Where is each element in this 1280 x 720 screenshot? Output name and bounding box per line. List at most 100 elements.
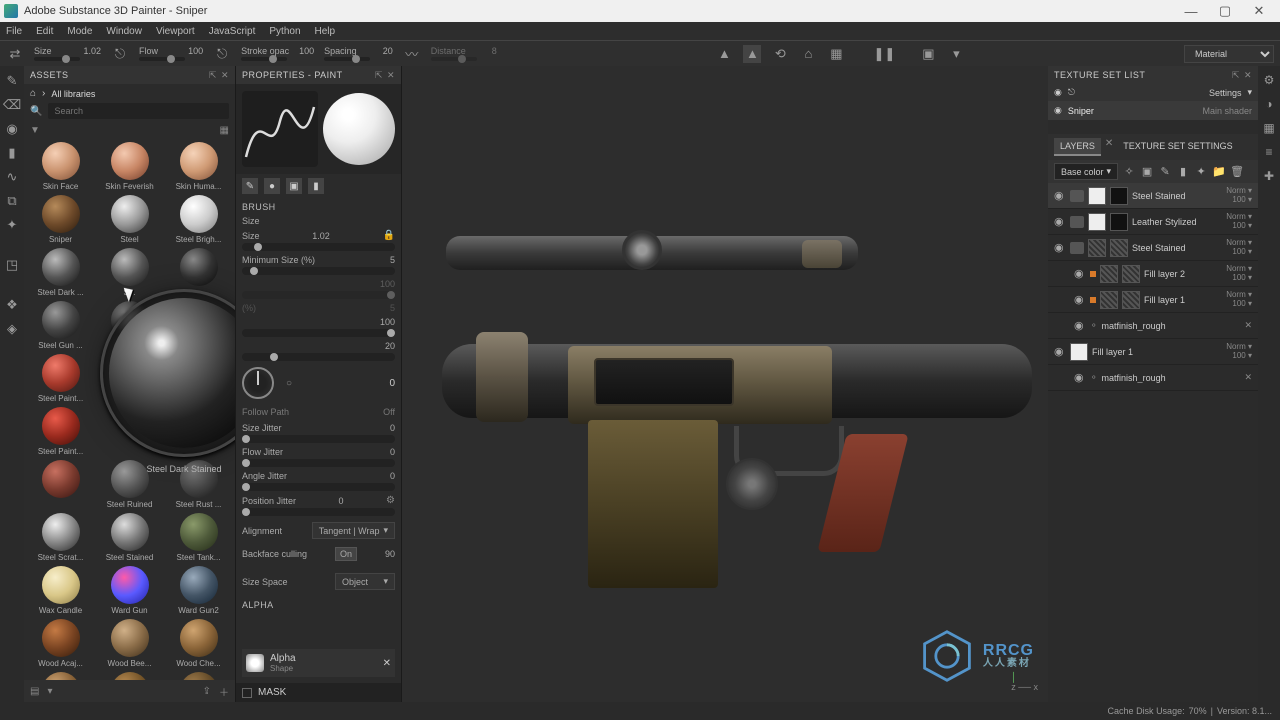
asset-item[interactable]: Wood Acaj...: [28, 619, 93, 668]
close-button[interactable]: ✕: [1242, 2, 1276, 20]
prop-flow[interactable]: 100: [242, 279, 395, 299]
filter-icon[interactable]: ▼: [30, 125, 40, 136]
menu-viewport[interactable]: Viewport: [156, 26, 195, 37]
asset-item[interactable]: Steel Stained: [97, 513, 162, 562]
visibility-icon[interactable]: ◉: [1074, 371, 1086, 384]
asset-item[interactable]: Wood Shi...: [28, 672, 93, 680]
viewport-3d[interactable]: │z ── x RRCG人人素材: [402, 66, 1048, 702]
tool-spacing[interactable]: Spacing20: [324, 46, 393, 61]
grid-view-icon[interactable]: ▦: [220, 125, 229, 136]
layer-row[interactable]: ◉Fill layer 1Norm ▾100 ▾: [1048, 339, 1258, 365]
clone-tool-icon[interactable]: ⧉: [3, 192, 21, 210]
layer-row[interactable]: ◉Steel StainedNorm ▾100 ▾: [1048, 183, 1258, 209]
asset-item[interactable]: [97, 354, 162, 403]
dropdown-icon[interactable]: ▾: [947, 45, 965, 63]
follow-path[interactable]: Follow Path Off: [242, 405, 395, 419]
link-all-icon[interactable]: ⎋: [1068, 87, 1075, 98]
tsl-close-icon[interactable]: ✕: [1244, 70, 1252, 81]
gear-icon[interactable]: ⚙: [386, 495, 395, 506]
alpha-clear-icon[interactable]: ✕: [383, 658, 391, 669]
smart-icon[interactable]: ✦: [1194, 165, 1208, 179]
lock-icon[interactable]: 🔒: [383, 230, 395, 241]
swap-icon[interactable]: ⇄: [6, 45, 24, 63]
brush-tool-icon[interactable]: ✎: [3, 72, 21, 90]
tag-icon[interactable]: ◈: [3, 320, 21, 338]
asset-item[interactable]: Steel Brigh...: [166, 195, 231, 244]
asset-item[interactable]: Wood Che...: [166, 619, 231, 668]
menu-mode[interactable]: Mode: [67, 26, 92, 37]
camera-icon[interactable]: ⌂: [799, 45, 817, 63]
menu-help[interactable]: Help: [315, 26, 336, 37]
asset-import-icon[interactable]: ⇪: [203, 686, 211, 697]
sym2-icon[interactable]: ▲: [743, 45, 761, 63]
asset-item[interactable]: Ward Gun2: [166, 566, 231, 615]
mode-dot-icon[interactable]: ●: [264, 178, 280, 194]
layer-row[interactable]: ◉Fill layer 1Norm ▾100 ▾: [1048, 287, 1258, 313]
tool-stroke-opac[interactable]: Stroke opac100: [241, 46, 314, 61]
symmetry-icon[interactable]: ▲: [715, 45, 733, 63]
mask-icon[interactable]: ▣: [1140, 165, 1154, 179]
asset-item[interactable]: Wax Candle: [28, 566, 93, 615]
assets-search-input[interactable]: [48, 103, 229, 119]
assets-close-icon[interactable]: ✕: [221, 70, 229, 81]
visibility-icon[interactable]: ◉: [1074, 293, 1086, 306]
asset-item[interactable]: [28, 460, 93, 509]
breadcrumb[interactable]: All libraries: [51, 89, 95, 99]
channel-select[interactable]: Base color▾: [1054, 163, 1118, 180]
prop-opac[interactable]: 100: [242, 317, 395, 337]
menu-edit[interactable]: Edit: [36, 26, 53, 37]
rt-pin-icon[interactable]: ✚: [1261, 168, 1277, 184]
texture-set-row[interactable]: ◉ Sniper Main shader: [1048, 101, 1258, 120]
brush-curve[interactable]: [242, 91, 318, 167]
rt-histogram-icon[interactable]: ◑: [1261, 96, 1277, 112]
rt-log-icon[interactable]: ≡: [1261, 144, 1277, 160]
prop-spacing[interactable]: 20: [242, 341, 395, 361]
layer-row[interactable]: ◉⚬matfinish_rough✕: [1048, 313, 1258, 339]
minimize-button[interactable]: —: [1174, 2, 1208, 20]
asset-item[interactable]: Skin Huma...: [166, 142, 231, 191]
asset-item[interactable]: Steel Ruined: [97, 460, 162, 509]
assets-popout-icon[interactable]: ⇱: [209, 70, 217, 81]
layer-row[interactable]: ◉Fill layer 2Norm ▾100 ▾: [1048, 261, 1258, 287]
chevron-down-icon[interactable]: ▾: [1247, 87, 1252, 98]
spacing-slider[interactable]: [324, 57, 370, 61]
lazy-icon[interactable]: 〰: [403, 45, 421, 63]
layer-row[interactable]: ◉Steel StainedNorm ▾100 ▾: [1048, 235, 1258, 261]
alignment-select[interactable]: Alignment Tangent | Wrap▾: [242, 520, 395, 541]
asset-item[interactable]: Steel Paint...: [28, 354, 93, 403]
visibility-icon[interactable]: ◉: [1074, 319, 1086, 332]
size-slider[interactable]: [34, 57, 80, 61]
grid-icon[interactable]: ▦: [827, 45, 845, 63]
cube-icon[interactable]: ◳: [3, 256, 21, 274]
visibility-icon[interactable]: ◉: [1054, 189, 1066, 202]
tsl-popout-icon[interactable]: ⇱: [1232, 70, 1240, 81]
anchor-icon[interactable]: ❖: [3, 296, 21, 314]
mask-checkbox[interactable]: [242, 688, 252, 698]
menu-file[interactable]: File: [6, 26, 22, 37]
distance-slider[interactable]: [431, 57, 477, 61]
rt-uv-icon[interactable]: ▦: [1261, 120, 1277, 136]
effect-icon[interactable]: ✧: [1122, 165, 1136, 179]
asset-item[interactable]: Steel: [97, 195, 162, 244]
asset-item[interactable]: Skin Feverish: [97, 142, 162, 191]
asset-item[interactable]: Steel Paint...: [28, 407, 93, 456]
menu-javascript[interactable]: JavaScript: [209, 26, 256, 37]
tab-layers-close-icon[interactable]: ✕: [1105, 138, 1113, 156]
size-jitter[interactable]: Size Jitter0: [242, 423, 395, 443]
settings-label[interactable]: Settings: [1209, 88, 1242, 98]
material-preview-sphere[interactable]: [323, 93, 395, 165]
projection-tool-icon[interactable]: ◉: [3, 120, 21, 138]
menu-python[interactable]: Python: [269, 26, 300, 37]
rt-gear-icon[interactable]: ⚙: [1261, 72, 1277, 88]
prop-min-size[interactable]: Minimum Size (%)5: [242, 255, 395, 275]
asset-item[interactable]: [97, 407, 162, 456]
tool-size[interactable]: Size1.02: [34, 46, 101, 61]
close-icon[interactable]: ✕: [1244, 372, 1252, 383]
fill-layer-icon[interactable]: ▮: [1176, 165, 1190, 179]
asset-item[interactable]: [166, 407, 231, 456]
props-close-icon[interactable]: ✕: [387, 70, 395, 81]
tab-layers[interactable]: LAYERS: [1054, 138, 1101, 156]
tab-texture-set-settings[interactable]: TEXTURE SET SETTINGS: [1117, 138, 1238, 156]
visibility-icon[interactable]: ◉: [1054, 241, 1066, 254]
brush-layer-icon[interactable]: ✎: [1158, 165, 1172, 179]
